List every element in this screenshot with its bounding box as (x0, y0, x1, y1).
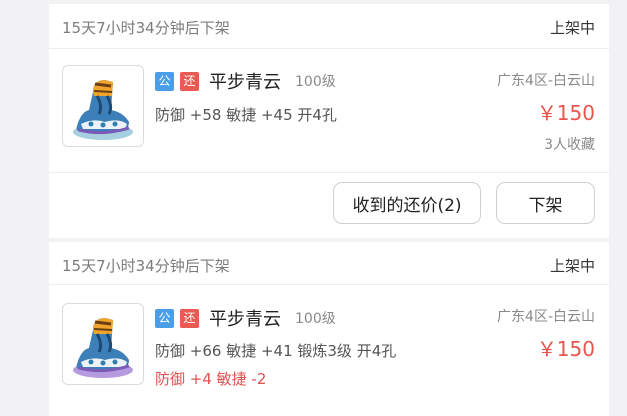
item-stats: 防御 +58 敏捷 +45 开4孔 (155, 106, 337, 124)
public-badge: 公 (155, 308, 174, 328)
item-level: 100级 (295, 311, 336, 327)
item-price: ￥150 (536, 337, 595, 361)
boots-icon[interactable] (62, 65, 144, 147)
server-name: 广东4区-白云山 (497, 73, 595, 89)
public-badge: 公 (155, 71, 174, 91)
bargain-badge: 还 (180, 308, 199, 328)
screen: 15天7小时34分钟后下架 上架中 公 还 平步青云 100级 防御 +58 敏… (0, 0, 627, 416)
item-title-line: 公还平步青云 100级 (155, 305, 336, 330)
delist-timer: 15天7小时34分钟后下架 (62, 257, 230, 275)
bargain-badge: 还 (180, 71, 199, 91)
item-stats-change: 防御 +4 敏捷 -2 (155, 370, 267, 388)
received-offers-button[interactable]: 收到的还价(2) (333, 182, 481, 224)
delist-button[interactable]: 下架 (496, 182, 595, 224)
delist-timer: 15天7小时34分钟后下架 (62, 19, 230, 37)
item-price: ￥150 (536, 101, 595, 125)
item-level: 100级 (295, 74, 336, 90)
boots-icon[interactable] (62, 303, 144, 385)
item-name: 平步青云 (209, 72, 281, 93)
item-row[interactable]: 公还平步青云 100级 防御 +66 敏捷 +41 锻炼3级 开4孔 防御 +4 … (49, 285, 609, 416)
item-stats: 防御 +66 敏捷 +41 锻炼3级 开4孔 (155, 342, 397, 360)
status-label: 上架中 (549, 257, 595, 275)
favorite-count: 3人收藏 (544, 137, 595, 153)
card-actions: 收到的还价(2) 下架 (49, 173, 609, 238)
item-row[interactable]: 公还平步青云 100级 防御 +58 敏捷 +45 开4孔 广东4区-白云山 ￥1… (49, 49, 609, 173)
listing-card: 15天7小时34分钟后下架 上架中 (49, 242, 609, 416)
item-title-line: 公还平步青云 100级 (155, 68, 336, 93)
server-name: 广东4区-白云山 (497, 309, 595, 325)
item-name: 平步青云 (209, 309, 281, 330)
card-header: 15天7小时34分钟后下架 上架中 (49, 4, 609, 49)
card-header: 15天7小时34分钟后下架 上架中 (49, 242, 609, 285)
status-label: 上架中 (549, 19, 595, 37)
listing-card: 15天7小时34分钟后下架 上架中 (49, 4, 609, 238)
